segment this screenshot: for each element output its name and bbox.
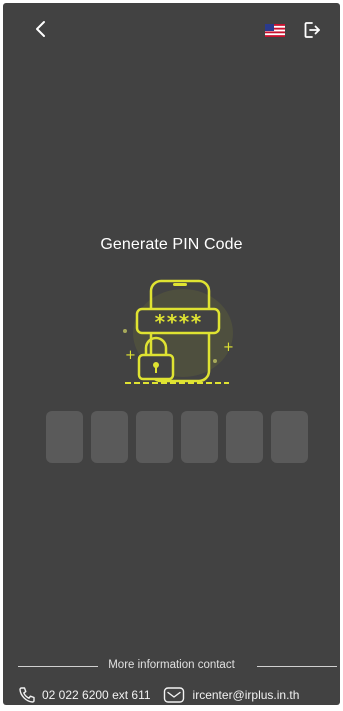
phone-contact-link[interactable]: 02 022 6200 ext 611 (18, 686, 151, 704)
pin-digit-5[interactable] (226, 411, 263, 463)
pin-digit-1[interactable] (46, 411, 83, 463)
pin-digit-6[interactable] (271, 411, 308, 463)
chevron-left-icon (36, 21, 45, 37)
pin-digit-2[interactable] (91, 411, 128, 463)
pin-digit-4[interactable] (181, 411, 218, 463)
divider-line-right (257, 666, 337, 667)
page-title: Generate PIN Code (100, 236, 243, 253)
contact-heading: More information contact (108, 659, 235, 671)
pin-digit-3[interactable] (136, 411, 173, 463)
us-flag-icon (265, 24, 285, 37)
contact-divider: More information contact (3, 659, 340, 673)
pin-illustration: + + **** (111, 275, 241, 387)
svg-text:+: + (223, 340, 234, 355)
language-selector[interactable] (265, 24, 285, 37)
email-icon (163, 687, 184, 703)
top-bar (3, 3, 340, 51)
phone-lock-illustration-icon: + + **** (123, 279, 234, 384)
back-button[interactable] (31, 19, 51, 39)
pin-input-group (46, 411, 308, 463)
phone-icon (19, 687, 35, 703)
email-contact-link[interactable]: ircenter@irplus.in.th (163, 686, 300, 704)
app-screen: Generate PIN Code + + **** More informat… (3, 3, 340, 705)
contact-row: 02 022 6200 ext 611 ircenter@irplus.in.t… (18, 684, 337, 705)
pin-mask-text: **** (154, 310, 202, 334)
svg-text:+: + (125, 348, 136, 363)
email-address: ircenter@irplus.in.th (192, 688, 300, 702)
phone-number: 02 022 6200 ext 611 (42, 688, 151, 702)
logout-button[interactable] (303, 21, 321, 39)
logout-icon (304, 22, 320, 38)
